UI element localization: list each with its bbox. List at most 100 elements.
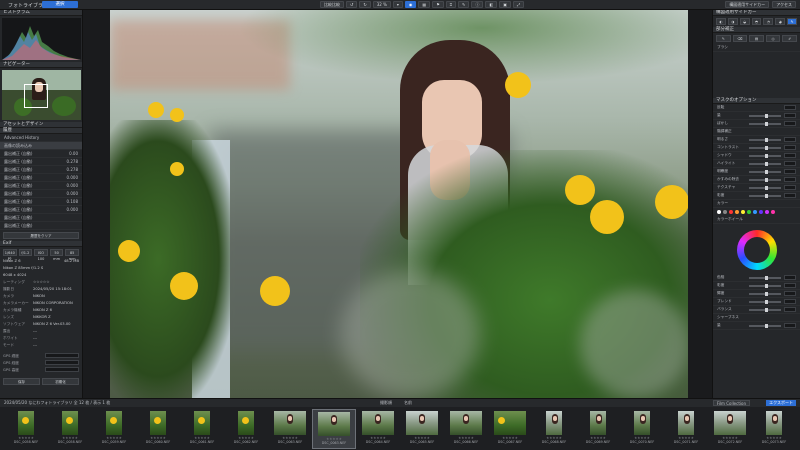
filmstrip-thumbnail[interactable]: ★★★★★ DSC_0067.NEF [488, 409, 532, 449]
filmstrip-thumbnail[interactable]: ★★★★★ DSC_0072.NEF [708, 409, 752, 449]
history-item[interactable]: 露出補正 (自動) 0.00 [0, 150, 82, 158]
navigator-thumbnail[interactable] [2, 70, 81, 120]
fullscreen-icon[interactable]: ⤢ [512, 1, 525, 8]
gradient-icon[interactable]: ▤ [749, 35, 764, 42]
filmstrip-thumbnail[interactable]: ★★★★★ DSC_0073.NEF [752, 409, 796, 449]
reset-button[interactable]: 初期化 [42, 378, 79, 385]
swatch[interactable] [759, 210, 763, 214]
history-item[interactable]: 露出補正 (自動) 0.000 [0, 174, 82, 182]
zoom-level[interactable]: 32 % [372, 1, 391, 8]
luminance-slider[interactable] [749, 291, 781, 296]
zoom-dropdown-icon[interactable]: ▾ [392, 1, 403, 8]
flag-icon[interactable]: ⚑ [432, 1, 444, 8]
filmstrip-thumbnail[interactable]: ★★★★★ DSC_0071.NEF [664, 409, 708, 449]
crop-icon[interactable]: ⌗ [445, 1, 457, 8]
image-viewer[interactable] [83, 10, 712, 398]
history-item[interactable]: 露出補正 (自動) 0.000 [0, 206, 82, 214]
history-item[interactable]: 露出補正 (自動) [0, 222, 82, 230]
filmstrip-thumbnail[interactable]: ★★★★★ DSC_0058.NEF [48, 409, 92, 449]
compare-view-button[interactable]: 比較比較 [320, 1, 344, 8]
hue-slider[interactable] [749, 275, 781, 280]
save-button[interactable]: 保存 [3, 378, 40, 385]
filmstrip-thumbnail[interactable]: ★★★★★ DSC_0068.NEF [532, 409, 576, 449]
history-item[interactable]: 露出補正 (自動) 0.000 [0, 190, 82, 198]
tab-select[interactable]: 選択 [42, 1, 78, 8]
filmstrip-thumbnail[interactable]: ★★★★★ DSC_0061.NEF [180, 409, 224, 449]
swatch[interactable] [729, 210, 733, 214]
filmstrip-thumbnail[interactable]: ★★★★★ DSC_0063.NEF [268, 409, 312, 449]
gps-lat-field[interactable] [45, 353, 79, 358]
basic-icon[interactable]: ◐ [716, 18, 726, 25]
filmstrip-thumbnail[interactable]: ★★★★★ DSC_0059.NEF [92, 409, 136, 449]
gps-alt-field[interactable] [45, 367, 79, 372]
rotate-right-icon[interactable]: ↻ [359, 1, 371, 8]
filmstrip-thumbnail[interactable]: ★★★★★ DSC_0060.NEF [136, 409, 180, 449]
effect-icon[interactable]: ◕ [775, 18, 786, 25]
sidecar-button[interactable]: 構図適用サイドカー [725, 1, 770, 8]
radial-icon[interactable]: ◎ [765, 35, 781, 42]
swatch[interactable] [723, 210, 727, 214]
highlight-slider[interactable] [749, 161, 781, 166]
feather-slider[interactable] [749, 121, 781, 126]
swatch[interactable] [741, 210, 745, 214]
amount-slider[interactable] [749, 113, 781, 118]
brightness-slider[interactable] [749, 137, 781, 142]
history-item[interactable]: 露出補正 (自動) 0.278 [0, 166, 82, 174]
swatch[interactable] [771, 210, 775, 214]
lens-icon[interactable]: ◔ [763, 18, 774, 25]
balance-slider[interactable] [749, 307, 781, 312]
filmstrip-thumbnail[interactable]: ★★★★★ DSC_0064.NEF [356, 409, 400, 449]
detail-icon[interactable]: ◓ [751, 18, 762, 25]
history-item[interactable]: 露出補正 (自動) 0.000 [0, 182, 82, 190]
brush-icon[interactable]: ✎ [458, 1, 470, 8]
swatch[interactable] [747, 210, 751, 214]
history-item[interactable]: 露出補正 (自動) 0.278 [0, 158, 82, 166]
navigator-header[interactable]: ナビゲーター [0, 62, 82, 68]
saturation-slider[interactable] [749, 193, 781, 198]
eraser-icon[interactable]: ⌫ [732, 35, 748, 42]
color-icon[interactable]: ◒ [739, 18, 750, 25]
swatch[interactable] [717, 210, 721, 214]
grid-view-icon[interactable]: ▦ [418, 1, 431, 8]
info-icon[interactable]: ⓘ [471, 1, 484, 8]
dehaze-slider[interactable] [749, 177, 781, 182]
filmstrip-thumbnail[interactable]: ★★★★★ DSC_0063.NEF [312, 409, 356, 449]
sharpness-label[interactable]: シャープネス [713, 314, 800, 322]
filmstrip-thumbnail[interactable]: ★★★★★ DSC_0069.NEF [576, 409, 620, 449]
texture-slider[interactable] [749, 185, 781, 190]
color-wheel[interactable] [736, 230, 777, 270]
clear-history-button[interactable]: 履歴をクリア [3, 232, 79, 239]
access-button[interactable]: アクセス [772, 1, 796, 8]
swatch[interactable] [765, 210, 769, 214]
film-collection-button[interactable]: Film Collection [712, 400, 750, 406]
filmstrip-thumbnail[interactable]: ★★★★★ DSC_0058.NEF [4, 409, 48, 449]
gps-lon-field[interactable] [45, 360, 79, 365]
swatch[interactable] [753, 210, 757, 214]
export-button[interactable]: エクスポート [766, 400, 796, 406]
sharp-amount-slider[interactable] [749, 323, 781, 328]
wheel-saturation-slider[interactable] [749, 283, 781, 288]
filmstrip-thumbnail[interactable]: ★★★★★ DSC_0066.NEF [444, 409, 488, 449]
filmstrip-thumbnail[interactable]: ★★★★★ DSC_0065.NEF [400, 409, 444, 449]
swatch[interactable] [735, 210, 739, 214]
compare-icon[interactable]: ◧ [485, 1, 498, 8]
rotate-left-icon[interactable]: ↺ [346, 1, 358, 8]
sort-shoot-order[interactable]: 撮影順 [380, 400, 392, 406]
advanced-history-label[interactable]: Advanced History [0, 134, 82, 142]
shadow-slider[interactable] [749, 153, 781, 158]
history-item[interactable]: 画像の読み込み [0, 142, 82, 150]
eyedropper-icon[interactable]: ✐ [782, 35, 797, 42]
loupe-view-icon[interactable]: ◉ [404, 1, 417, 8]
clarity-slider[interactable] [749, 169, 781, 174]
filmstrip-thumbnail[interactable]: ★★★★★ DSC_0062.NEF [224, 409, 268, 449]
brush-tool-row[interactable]: ブラシ [713, 44, 800, 52]
blend-slider[interactable] [749, 299, 781, 304]
history-item[interactable]: 露出補正 (自動) 0.108 [0, 198, 82, 206]
tone-icon[interactable]: ◑ [727, 18, 738, 25]
overlay-icon[interactable]: ▣ [499, 1, 511, 8]
invert-checkbox[interactable] [784, 105, 796, 110]
contrast-slider[interactable] [749, 145, 781, 150]
filmstrip-thumbnail[interactable]: ★★★★★ DSC_0070.NEF [620, 409, 664, 449]
sort-name[interactable]: 名前 [404, 400, 412, 406]
pen-icon[interactable]: ✎ [716, 35, 731, 42]
